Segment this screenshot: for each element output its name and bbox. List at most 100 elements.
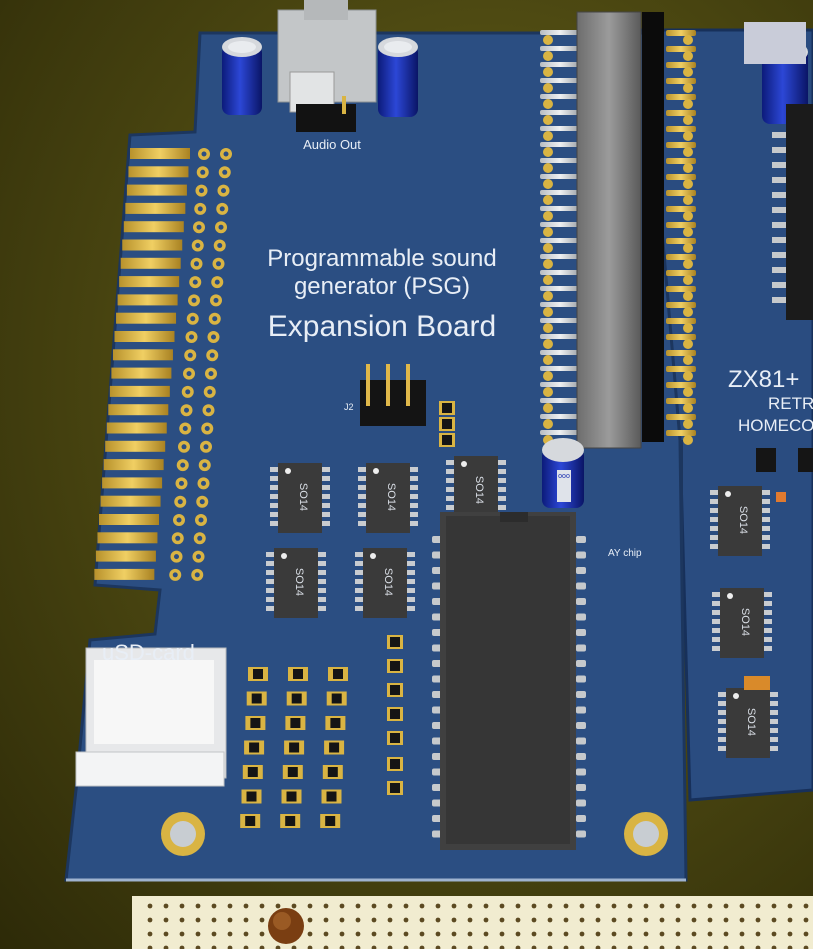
header-pin-gold [666,206,696,212]
ay-pin [576,768,586,776]
perf-hole [563,903,569,909]
perf-hole [739,931,745,937]
edge-pad-hole [192,279,198,285]
edge-finger [125,202,186,214]
header-pin [540,318,580,323]
perf-hole [771,903,777,909]
smd-component [251,693,262,704]
edge-pad-hole [198,517,204,523]
perf-hole [515,931,521,937]
chip-lead [710,544,718,549]
perf-hole [707,931,713,937]
edge-pad-hole [190,316,196,322]
chip-lead [266,570,274,575]
edge-finger [122,239,183,251]
header-pad [543,243,553,253]
chip-lead [712,646,720,651]
perf-hole [419,931,425,937]
chip-lead [710,526,718,531]
header-pad [683,259,693,269]
smd-component [249,742,260,753]
edge-finger [111,367,172,379]
ay-pin [576,737,586,745]
header-pin [540,238,580,243]
chip-lead [498,469,506,474]
edge-pad-hole [222,169,228,175]
ay-pin [576,784,586,791]
perf-hole [627,903,633,909]
chip-marking: SO14 [382,568,394,596]
ic-pin [772,252,788,258]
perf-hole [195,917,201,923]
header-pin-gold [666,430,696,436]
edge-pad-hole [197,206,203,212]
audio-out-label: Audio Out [303,137,361,152]
header-pin-gold [666,142,696,148]
edge-finger [108,404,169,416]
chip-lead [322,467,330,472]
header-pad [543,51,553,61]
header-pad [683,83,693,93]
header-pin [540,382,580,387]
chip-lead [770,737,778,742]
smd-component [442,403,452,413]
perf-hole [339,917,345,923]
header-pin [540,30,580,35]
perf-hole [163,931,169,937]
header-pin-gold [666,270,696,276]
header-pin [540,158,580,163]
chip-lead [322,521,330,526]
header-pin-gold [666,30,696,36]
ay-pin [576,536,586,543]
perf-hole [499,903,505,909]
perf-hole [675,917,681,923]
header-pad [683,211,693,221]
edge-pad-hole [201,480,206,486]
edge-pad-hole [196,554,201,560]
edge-pad-hole [200,169,206,175]
header-pin-gold [666,334,696,340]
edge-pad-hole [179,480,184,486]
perf-hole [803,903,809,909]
header-pad [683,147,693,157]
chip-lead [355,552,363,557]
chip-lead [270,476,278,481]
perf-hole [659,931,665,937]
edge-pad-hole [209,352,215,358]
chip-lead [358,494,366,499]
perf-hole [259,903,265,909]
smd-component [289,742,300,753]
chip-lead [355,606,363,611]
perf-hole [355,931,361,937]
smd-component [253,669,263,679]
edge-pad-hole [181,444,187,450]
perf-hole [611,931,617,937]
perf-hole [483,903,489,909]
chip-lead [764,619,772,624]
perf-hole [595,931,601,937]
perf-hole [595,903,601,909]
perf-hole [755,931,761,937]
ic-pin [772,237,788,243]
edge-pad-hole [185,389,191,395]
perfboard [132,896,813,949]
perf-hole [675,931,681,937]
perf-hole [371,931,377,937]
header-pad [543,163,553,173]
header-pad [683,355,693,365]
chip-dot [725,491,731,497]
chip-lead [770,746,778,751]
header-pad [543,147,553,157]
edge-pad-hole [202,462,208,468]
header-pad [683,307,693,317]
smd-component [744,676,770,690]
header-pad [683,435,693,445]
edge-pad-hole [175,535,181,541]
chip-lead [270,494,278,499]
so14-chip: SO14 [358,463,418,533]
perf-hole [147,917,153,923]
ic-pin [772,132,788,138]
smd-component [325,816,336,826]
header-pin-gold [666,254,696,260]
perf-hole [627,931,633,937]
